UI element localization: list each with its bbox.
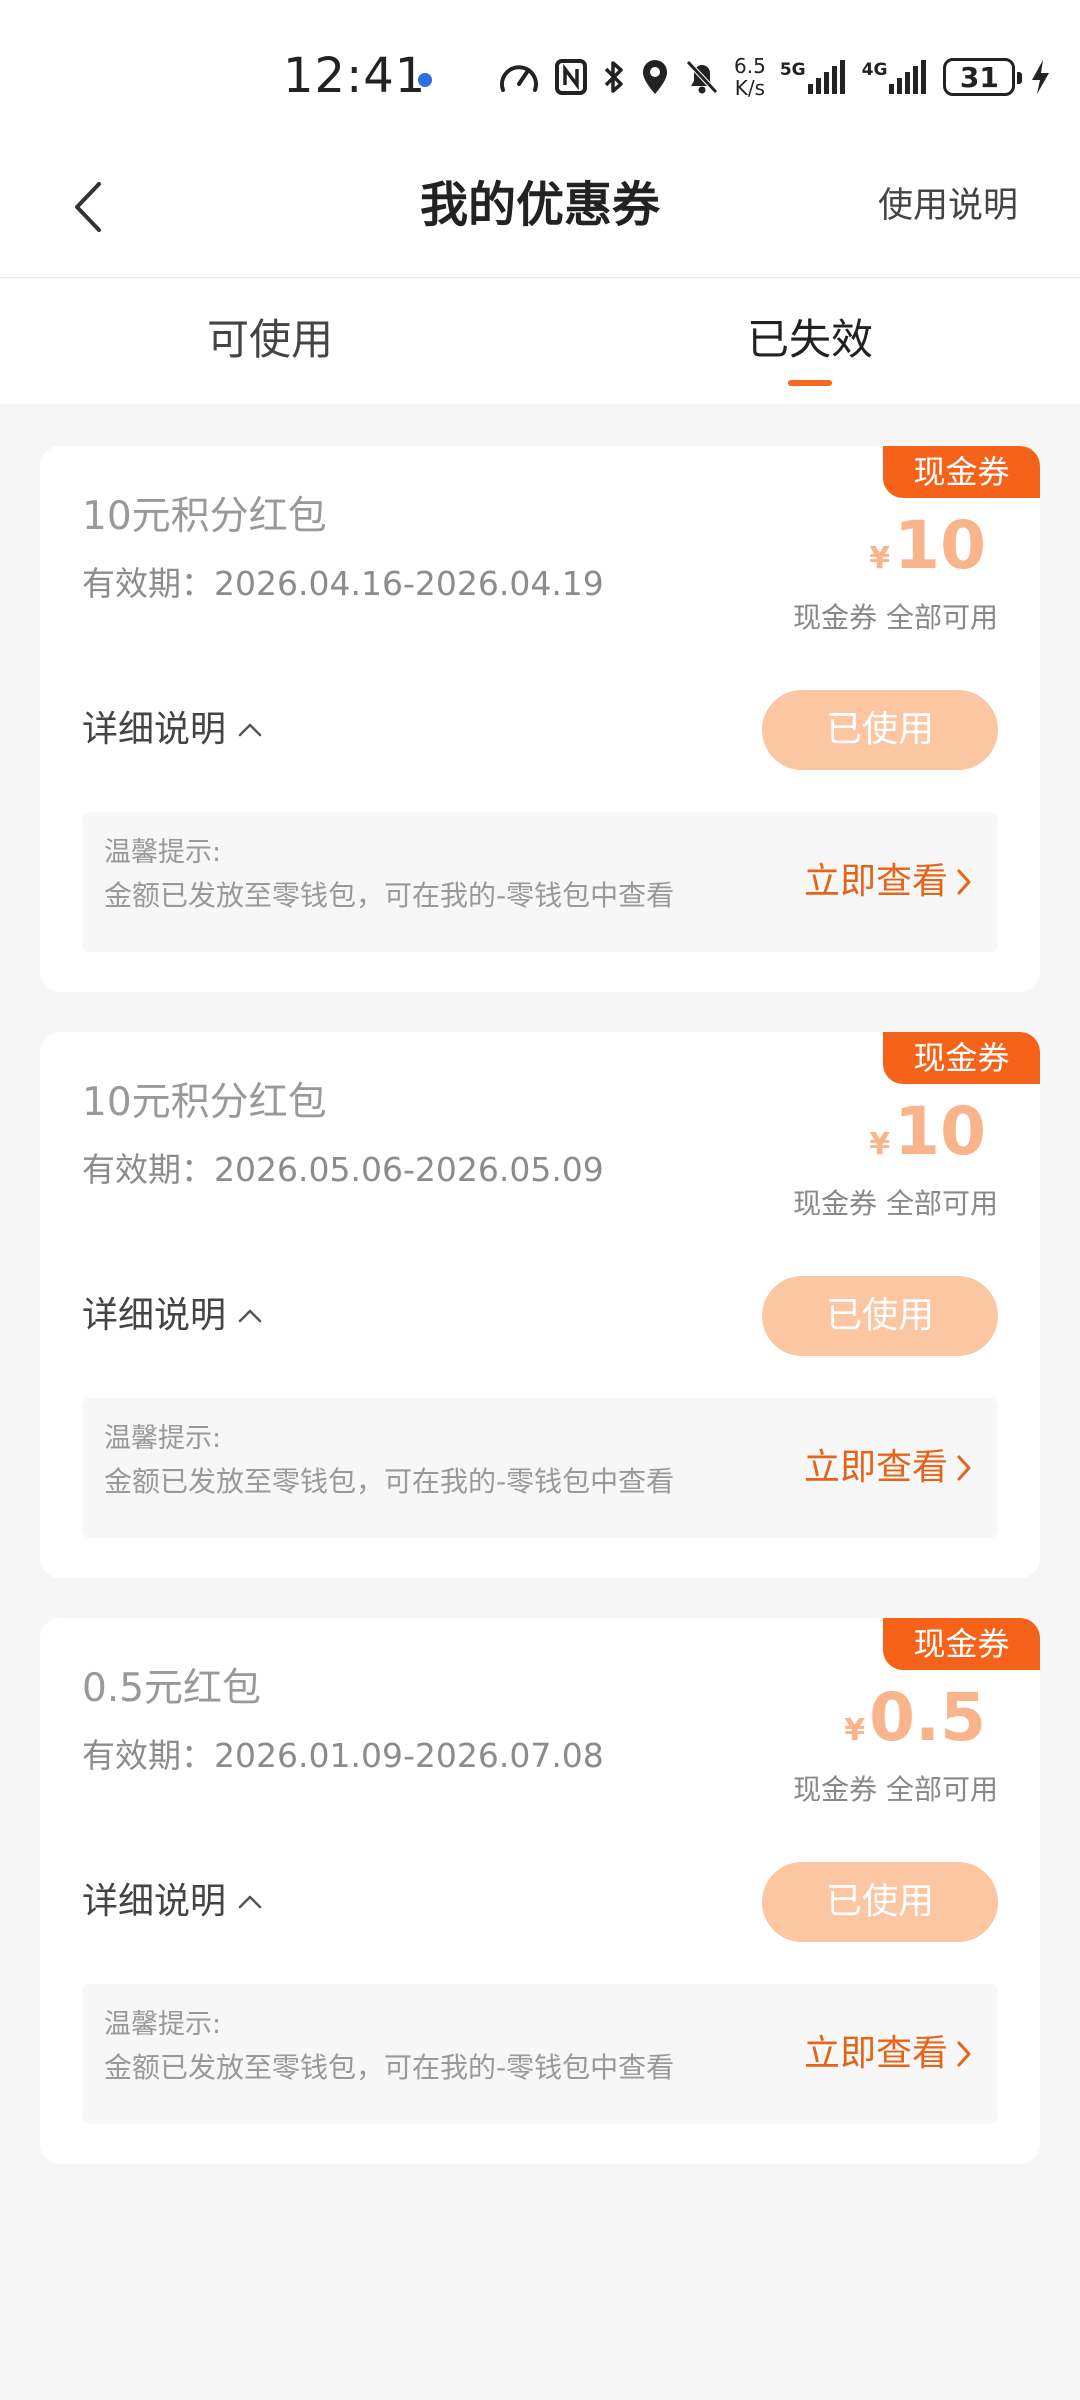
bluetooth-icon — [604, 61, 623, 93]
currency-symbol: ¥ — [844, 1713, 866, 1748]
amount-value: 10 — [894, 507, 986, 584]
coupon-validity-period: 有效期：2026.04.16-2026.04.19 — [82, 564, 604, 603]
notification-dot-icon — [418, 73, 432, 87]
speedometer-icon — [500, 65, 538, 92]
used-status-button[interactable]: 已使用 — [762, 690, 998, 770]
coupon-card: 现金券 0.5元红包 有效期：2026.01.09-2026.07.08 ¥ 0… — [40, 1618, 1040, 2164]
chevron-up-icon — [238, 723, 262, 737]
view-now-label: 立即查看 — [803, 2033, 948, 2074]
chevron-right-icon — [957, 1455, 971, 1481]
details-label: 详细说明 — [82, 1295, 227, 1336]
tip-box: 温馨提示: 金额已发放至零钱包，可在我的-零钱包中查看 立即查看 — [82, 812, 998, 952]
chevron-up-icon — [238, 1309, 262, 1323]
coupon-tabs: 可使用 已失效 — [0, 279, 1080, 404]
details-toggle[interactable]: 详细说明 — [82, 1876, 262, 1928]
coupon-amount: ¥ 0.5 — [844, 1680, 986, 1756]
coupon-scope: 现金券 全部可用 — [793, 1773, 998, 1806]
status-bar: 12:41 6.5 K/s 5G 4G 31 — [0, 0, 1080, 150]
tip-title: 温馨提示: — [104, 837, 222, 868]
coupon-card: 现金券 10元积分红包 有效期：2026.05.06-2026.05.09 ¥ … — [40, 1032, 1040, 1578]
coupon-validity-period: 有效期：2026.01.09-2026.07.08 — [82, 1736, 604, 1775]
signal-bars-icon — [889, 60, 927, 94]
tab-expired[interactable]: 已失效 — [747, 311, 873, 369]
tab-valid[interactable]: 可使用 — [207, 311, 333, 369]
chevron-right-icon — [957, 2041, 971, 2067]
tip-text: 金额已发放至零钱包，可在我的-零钱包中查看 — [104, 2051, 675, 2084]
battery-level: 31 — [959, 60, 999, 94]
signal-4g: 4G — [862, 60, 930, 94]
coupon-type-tag: 现金券 — [883, 446, 1040, 498]
coupon-amount: ¥ 10 — [869, 508, 986, 584]
amount-value: 0.5 — [869, 1679, 986, 1756]
details-label: 详细说明 — [82, 709, 227, 750]
status-icons: 6.5 K/s 5G 4G 31 — [498, 52, 1051, 102]
coupon-card: 现金券 10元积分红包 有效期：2026.04.16-2026.04.19 ¥ … — [40, 446, 1040, 992]
chevron-up-icon — [238, 1895, 262, 1909]
currency-symbol: ¥ — [869, 541, 891, 576]
currency-symbol: ¥ — [869, 1127, 891, 1162]
coupon-type-tag: 现金券 — [883, 1618, 1040, 1670]
details-toggle[interactable]: 详细说明 — [82, 1290, 262, 1342]
active-tab-indicator — [788, 380, 832, 386]
tip-box: 温馨提示: 金额已发放至零钱包，可在我的-零钱包中查看 立即查看 — [82, 1398, 998, 1538]
network-speed-unit: K/s — [734, 76, 766, 100]
network-speed-value: 6.5 — [734, 54, 766, 78]
coupon-name: 10元积分红包 — [82, 1080, 327, 1125]
used-status-button[interactable]: 已使用 — [762, 1276, 998, 1356]
coupon-name: 10元积分红包 — [82, 494, 327, 539]
amount-value: 10 — [894, 1093, 986, 1170]
tip-text: 金额已发放至零钱包，可在我的-零钱包中查看 — [104, 879, 675, 912]
signal-5g: 5G — [780, 60, 848, 94]
tip-title: 温馨提示: — [104, 1423, 222, 1454]
status-time: 12:41 — [283, 48, 427, 104]
battery-icon: 31 — [943, 58, 1023, 96]
coupon-amount: ¥ 10 — [869, 1094, 986, 1170]
coupon-scope: 现金券 全部可用 — [793, 1187, 998, 1220]
tip-text: 金额已发放至零钱包，可在我的-零钱包中查看 — [104, 1465, 675, 1498]
chevron-right-icon — [957, 869, 971, 895]
mute-bell-icon — [686, 60, 718, 94]
usage-instructions-link[interactable]: 使用说明 — [878, 180, 1018, 232]
network-5g-label: 5G — [779, 60, 806, 80]
tip-title: 温馨提示: — [104, 2009, 222, 2040]
used-status-button[interactable]: 已使用 — [762, 1862, 998, 1942]
network-speed: 6.5 K/s — [734, 55, 766, 99]
coupon-type-tag: 现金券 — [883, 1032, 1040, 1084]
network-4g-label: 4G — [861, 60, 888, 80]
details-label: 详细说明 — [82, 1881, 227, 1922]
view-now-label: 立即查看 — [803, 1447, 948, 1488]
details-toggle[interactable]: 详细说明 — [82, 704, 262, 756]
view-now-link[interactable]: 立即查看 — [804, 1442, 972, 1494]
nfc-icon — [555, 59, 587, 95]
nav-bar: 我的优惠券 使用说明 — [0, 150, 1080, 278]
coupon-list: 现金券 10元积分红包 有效期：2026.04.16-2026.04.19 ¥ … — [40, 446, 1040, 2204]
coupon-scope: 现金券 全部可用 — [793, 601, 998, 634]
view-now-link[interactable]: 立即查看 — [804, 856, 972, 908]
charging-bolt-icon — [1032, 60, 1050, 94]
location-icon — [643, 60, 667, 94]
view-now-link[interactable]: 立即查看 — [804, 2028, 972, 2080]
coupon-name: 0.5元红包 — [82, 1666, 262, 1711]
signal-bars-icon — [807, 60, 845, 94]
coupon-validity-period: 有效期：2026.05.06-2026.05.09 — [82, 1150, 604, 1189]
tip-box: 温馨提示: 金额已发放至零钱包，可在我的-零钱包中查看 立即查看 — [82, 1984, 998, 2124]
view-now-label: 立即查看 — [803, 861, 948, 902]
